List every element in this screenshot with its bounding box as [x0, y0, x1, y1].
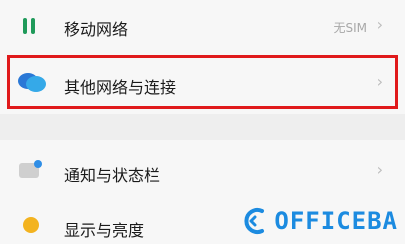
mobile-network-label: 移动网络: [64, 20, 129, 39]
settings-page: 移动网络 无SIM › 其他网络与连接 › 通知与状态栏 › 显示与亮度 OFF…: [0, 0, 405, 244]
settings-row-notifications[interactable]: 通知与状态栏 ›: [0, 148, 405, 194]
watermark-text: OFFICEBA: [274, 207, 398, 235]
sun-dot-icon: [23, 217, 39, 233]
chevron-right-icon: ›: [376, 15, 383, 34]
settings-row-mobile-network[interactable]: 移动网络 无SIM ›: [0, 4, 405, 48]
mobile-network-status: 无SIM: [333, 21, 367, 35]
red-highlight-box: [7, 55, 398, 109]
display-label: 显示与亮度: [64, 221, 145, 240]
watermark: OFFICEBA: [242, 206, 398, 236]
notification-box-icon: [19, 160, 42, 178]
section-divider: [0, 114, 405, 140]
chevron-right-icon: ›: [376, 160, 383, 179]
signal-bars-icon: [23, 18, 35, 34]
notifications-label: 通知与状态栏: [64, 166, 161, 185]
c-logo-icon: [244, 208, 265, 234]
